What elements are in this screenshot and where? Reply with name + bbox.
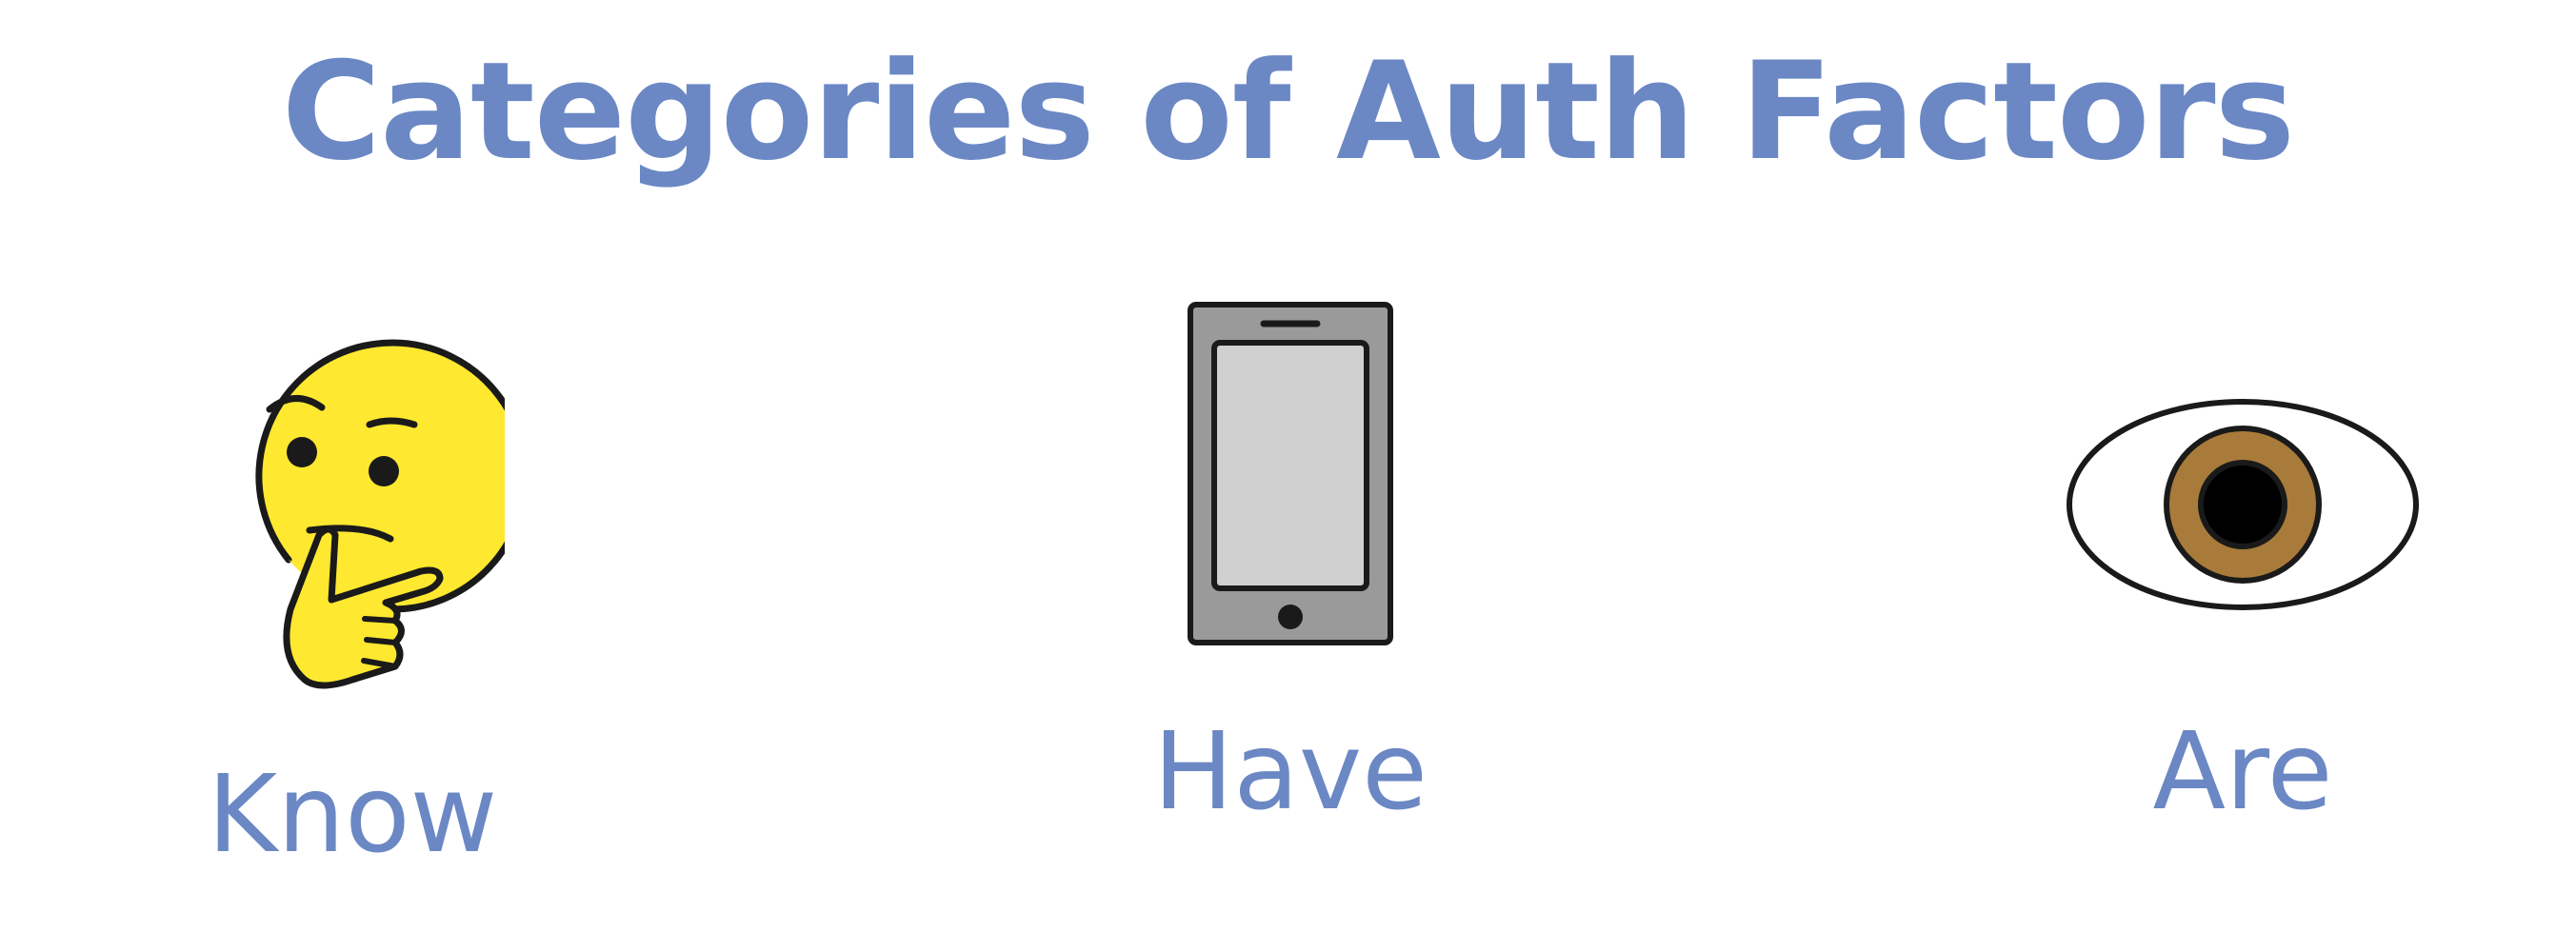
eye-icon xyxy=(2067,399,2419,610)
thinking-face-icon xyxy=(255,339,505,689)
factor-label-have: Have xyxy=(1152,710,1428,834)
smartphone-icon xyxy=(1188,302,1393,645)
factor-label-are: Are xyxy=(2152,710,2333,834)
page-title: Categories of Auth Factors xyxy=(281,33,2295,190)
factor-have: Have xyxy=(1090,300,1490,833)
factor-know: Know xyxy=(152,333,552,877)
factor-are: Are xyxy=(2043,390,2443,838)
factor-label-know: Know xyxy=(207,753,498,877)
